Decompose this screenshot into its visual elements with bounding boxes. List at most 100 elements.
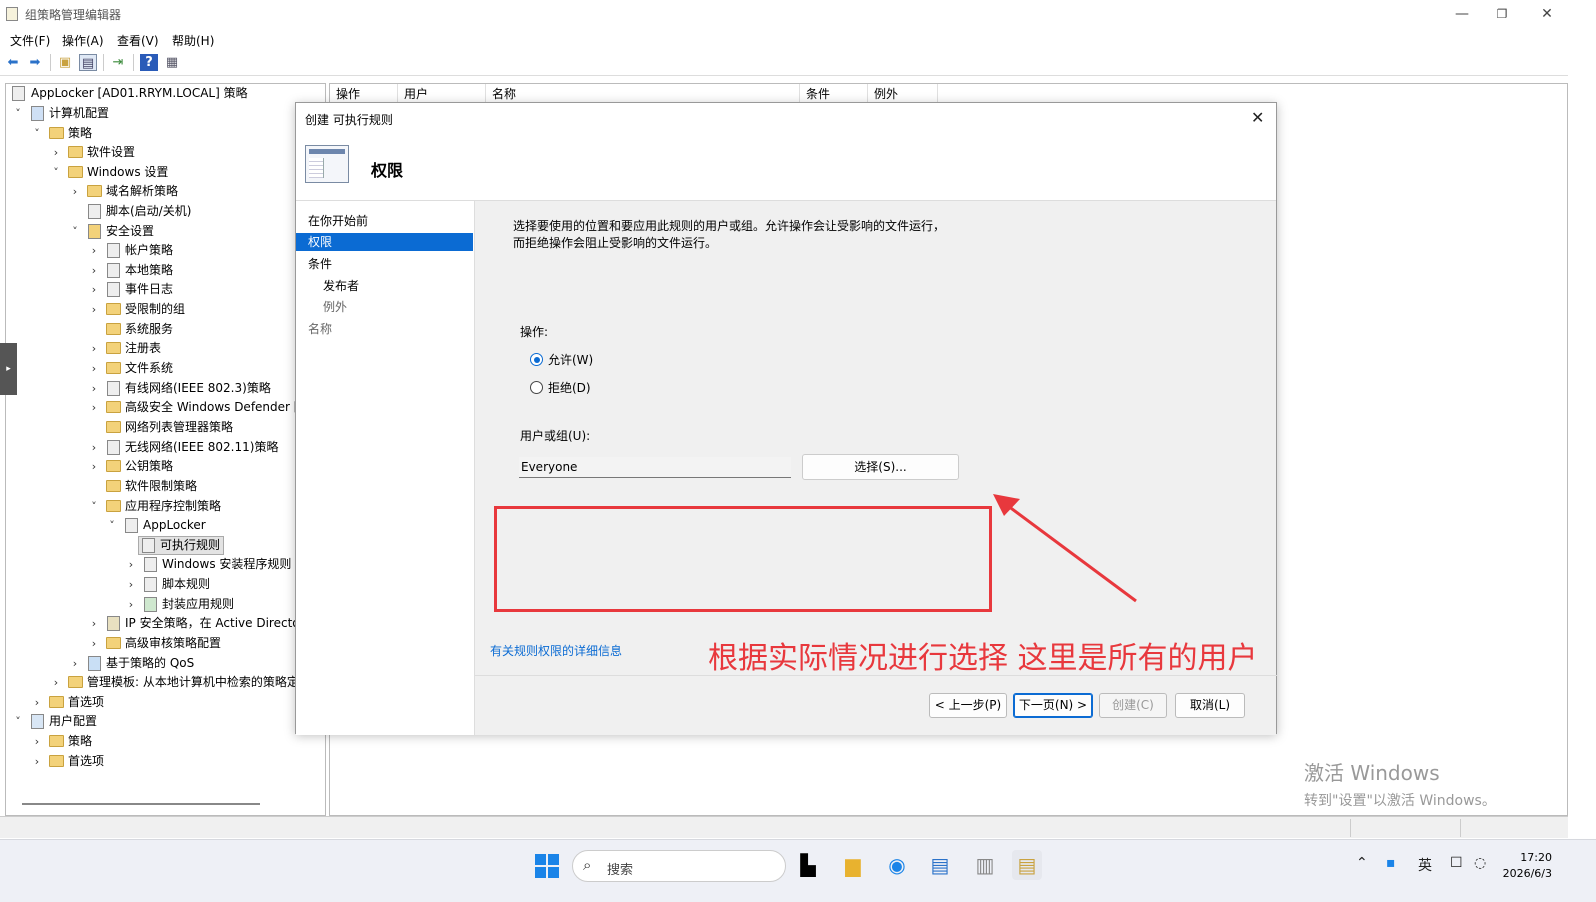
dialog-close-button[interactable]: ✕: [1251, 108, 1264, 127]
select-user-button[interactable]: 选择(S)...: [802, 454, 959, 480]
expanded-icon[interactable]: ˅: [50, 163, 62, 182]
collapsed-icon[interactable]: ›: [69, 182, 81, 201]
collapsed-icon[interactable]: ›: [125, 575, 137, 594]
help-icon[interactable]: ?: [140, 54, 158, 71]
window-title: 组策略管理编辑器: [25, 8, 122, 22]
ime-indicator[interactable]: 英: [1418, 855, 1432, 875]
radio-unselected-icon[interactable]: [530, 381, 543, 394]
minimize-button[interactable]: —: [1450, 4, 1474, 24]
edge-browser-icon[interactable]: ◉: [882, 850, 912, 880]
wizard-icon: [305, 145, 349, 183]
deny-radio[interactable]: 拒绝(D): [530, 379, 730, 397]
start-button[interactable]: [535, 854, 559, 878]
create-button[interactable]: 创建(C): [1099, 693, 1167, 718]
sound-icon[interactable]: ◌: [1474, 855, 1486, 871]
up-folder-icon[interactable]: ▣: [56, 54, 74, 71]
collapsed-icon[interactable]: ›: [50, 673, 62, 692]
collapsed-icon[interactable]: ›: [88, 359, 100, 378]
allow-radio[interactable]: 允许(W): [530, 351, 730, 369]
menu-action[interactable]: 操作(A): [62, 32, 104, 49]
annotation-arrow: [993, 494, 1137, 603]
close-window-button[interactable]: ✕: [1535, 4, 1559, 24]
step-publisher[interactable]: 发布者: [296, 277, 473, 295]
expanded-icon[interactable]: ˅: [106, 516, 118, 535]
collapsed-icon[interactable]: ›: [88, 438, 100, 457]
forward-icon[interactable]: ➡: [26, 54, 44, 71]
collapsed-icon[interactable]: ›: [88, 339, 100, 358]
expanded-icon[interactable]: ˅: [31, 124, 43, 143]
properties-icon[interactable]: ▦: [163, 54, 181, 71]
radio-selected-icon[interactable]: [530, 353, 543, 366]
more-info-link[interactable]: 有关规则权限的详细信息: [490, 642, 622, 659]
collapsed-icon[interactable]: ›: [125, 555, 137, 574]
collapsed-icon[interactable]: ›: [88, 280, 100, 299]
collapsed-icon[interactable]: ›: [88, 241, 100, 260]
collapsed-icon[interactable]: ›: [69, 654, 81, 673]
expanded-icon[interactable]: ˅: [69, 222, 81, 241]
expanded-icon[interactable]: ˅: [12, 712, 24, 731]
collapsed-icon[interactable]: ›: [31, 693, 43, 712]
step-conditions[interactable]: 条件: [296, 255, 473, 273]
notification-icon[interactable]: ☐: [1450, 855, 1463, 871]
gpo-editor-window: 组策略管理编辑器 — ❐ ✕ 文件(F) 操作(A) 查看(V) 帮助(H) ⬅…: [0, 0, 1568, 902]
collapsed-icon[interactable]: ›: [88, 614, 100, 633]
annotation-text: 根据实际情况进行选择 这里是所有的用户: [708, 641, 1258, 676]
gpo-editor-taskbar-icon[interactable]: ▤: [1012, 850, 1042, 880]
watermark-title: 激活 Windows: [1304, 761, 1440, 785]
folder-icon: [106, 303, 121, 315]
expanded-icon[interactable]: ˅: [12, 104, 24, 123]
horizontal-scrollbar[interactable]: [22, 803, 260, 805]
menu-help[interactable]: 帮助(H): [172, 32, 214, 49]
gpo-management-icon[interactable]: ▥: [970, 850, 1000, 880]
collapsed-icon[interactable]: ›: [125, 595, 137, 614]
chevron-up-icon[interactable]: ⌃: [1356, 855, 1368, 871]
side-expand-tab[interactable]: ▸: [0, 343, 17, 395]
menu-file[interactable]: 文件(F): [10, 32, 50, 49]
restore-button[interactable]: ❐: [1490, 4, 1514, 24]
step-before-you-begin[interactable]: 在你开始前: [296, 212, 473, 230]
column-header-user[interactable]: 用户: [398, 84, 486, 104]
show-hide-tree-icon[interactable]: ▤: [79, 54, 97, 71]
wireless-icon: [107, 440, 120, 455]
taskbar: ⌕ 搜索 ▙ ▆ ◉ ▤ ▥ ▤ ⌃ ▪ 英 ☐ ◌ 17:20 2026/6/…: [0, 839, 1596, 902]
collapsed-icon[interactable]: ›: [88, 634, 100, 653]
column-header-exceptions[interactable]: 例外: [868, 84, 938, 104]
collapsed-icon[interactable]: ›: [50, 143, 62, 162]
server-manager-icon[interactable]: ▤: [925, 850, 955, 880]
expanded-icon[interactable]: ˅: [88, 497, 100, 516]
folder-icon: [68, 676, 83, 688]
export-list-icon[interactable]: ⇥: [109, 54, 127, 71]
collapsed-icon[interactable]: ›: [88, 379, 100, 398]
toolbar-separator: [103, 54, 104, 71]
prev-button[interactable]: < 上一步(P): [929, 693, 1007, 718]
cancel-button[interactable]: 取消(L): [1175, 693, 1245, 718]
action-label: 操作:: [520, 325, 549, 339]
step-exceptions[interactable]: 例外: [296, 298, 473, 316]
step-permissions[interactable]: 权限: [296, 233, 473, 251]
user-group-field[interactable]: Everyone: [519, 457, 791, 478]
collapsed-icon[interactable]: ›: [31, 752, 43, 771]
collapsed-icon[interactable]: ›: [88, 261, 100, 280]
clock[interactable]: 17:20 2026/6/3: [1500, 850, 1552, 882]
collapsed-icon[interactable]: ›: [88, 457, 100, 476]
back-icon[interactable]: ⬅: [4, 54, 22, 71]
task-view-icon[interactable]: ▙: [793, 850, 823, 880]
collapsed-icon[interactable]: ›: [88, 398, 100, 417]
step-name[interactable]: 名称: [296, 320, 473, 338]
taskbar-search[interactable]: ⌕ 搜索: [572, 850, 786, 882]
collapsed-icon[interactable]: ›: [31, 732, 43, 751]
description-line: 而拒绝操作会阻止受影响的文件运行。: [513, 236, 718, 250]
column-header-name[interactable]: 名称: [486, 84, 800, 104]
column-header-conditions[interactable]: 条件: [800, 84, 868, 104]
file-explorer-icon[interactable]: ▆: [838, 850, 868, 880]
folder-icon: [106, 342, 121, 354]
status-bar: [0, 816, 1568, 838]
wizard-steps: 在你开始前 权限 条件 发布者 例外 名称: [296, 201, 474, 735]
folder-icon: [106, 500, 121, 512]
menu-view[interactable]: 查看(V): [117, 32, 159, 49]
collapsed-icon[interactable]: ›: [88, 300, 100, 319]
column-header-action[interactable]: 操作: [330, 84, 398, 104]
folder-icon: [106, 362, 121, 374]
network-tray-icon[interactable]: ▪: [1386, 855, 1396, 871]
next-button[interactable]: 下一页(N) >: [1013, 693, 1093, 718]
